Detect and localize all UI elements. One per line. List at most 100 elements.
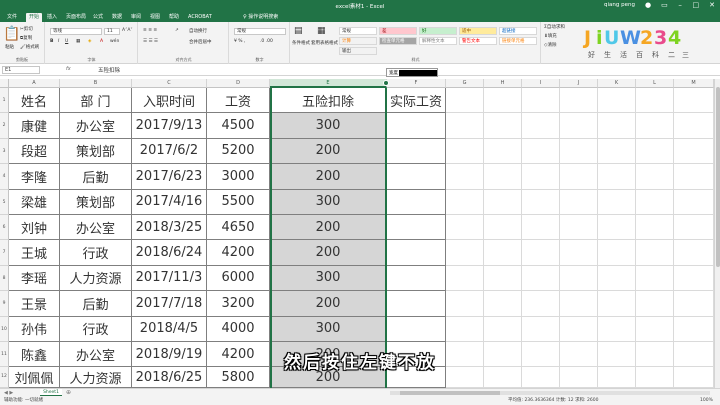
table-cell[interactable]: 6000 — [207, 265, 270, 292]
column-header-c[interactable]: C — [132, 79, 207, 88]
empty-cell[interactable] — [446, 164, 484, 190]
empty-cell[interactable] — [560, 88, 598, 114]
column-header-k[interactable]: K — [598, 79, 636, 88]
row-header-5[interactable]: 5 — [0, 189, 9, 215]
empty-cell[interactable] — [522, 316, 560, 342]
table-cell[interactable]: 梁雄 — [9, 189, 60, 215]
paste-icon[interactable]: 📋 — [3, 26, 20, 42]
empty-cell[interactable] — [674, 240, 714, 266]
empty-cell[interactable] — [674, 215, 714, 241]
empty-cell[interactable] — [674, 291, 714, 317]
bold-button[interactable]: B — [50, 39, 53, 44]
empty-cell[interactable] — [598, 189, 636, 215]
table-cell[interactable] — [387, 113, 446, 139]
table-cell[interactable] — [387, 265, 446, 292]
conditional-format-icon[interactable]: ▤ — [294, 26, 303, 36]
empty-cell[interactable] — [484, 265, 522, 292]
empty-cell[interactable] — [560, 240, 598, 266]
empty-cell[interactable] — [636, 164, 674, 190]
cell-style-2[interactable]: 好 — [419, 27, 457, 35]
empty-cell[interactable] — [522, 291, 560, 317]
column-header-j[interactable]: J — [560, 79, 598, 88]
empty-cell[interactable] — [560, 189, 598, 215]
tab-view[interactable]: 视图 — [147, 13, 163, 22]
table-cell[interactable]: 2018/6/24 — [132, 240, 207, 266]
formula-input[interactable]: 五险扣除 — [98, 66, 120, 74]
row-header-10[interactable]: 10 — [0, 316, 9, 342]
empty-cell[interactable] — [484, 316, 522, 342]
empty-cell[interactable] — [674, 113, 714, 139]
cut-button[interactable]: ✂剪切 — [20, 26, 33, 32]
table-cell[interactable]: 办公室 — [60, 113, 132, 139]
column-header-a[interactable]: A — [9, 79, 60, 88]
grow-font-icon[interactable]: A˄A˅ — [122, 28, 133, 33]
table-cell[interactable]: 2017/4/16 — [132, 189, 207, 215]
horizontal-scroll-thumb[interactable] — [400, 391, 500, 395]
empty-cell[interactable] — [560, 215, 598, 241]
empty-cell[interactable] — [522, 113, 560, 139]
cell-style-3[interactable]: 适中 — [459, 27, 497, 35]
tab-page-layout[interactable]: 页面布局 — [63, 13, 89, 22]
empty-cell[interactable] — [560, 113, 598, 139]
row-header-7[interactable]: 7 — [0, 240, 9, 266]
table-cell[interactable]: 王城 — [9, 240, 60, 266]
empty-cell[interactable] — [598, 316, 636, 342]
empty-cell[interactable] — [598, 291, 636, 317]
header-cell[interactable]: 工资 — [207, 88, 270, 114]
empty-cell[interactable] — [522, 240, 560, 266]
empty-cell[interactable] — [522, 215, 560, 241]
empty-cell[interactable] — [560, 316, 598, 342]
table-cell[interactable]: 3000 — [207, 164, 270, 190]
cell-style-10[interactable]: 输出 — [339, 47, 377, 55]
row-header-1[interactable]: 1 — [0, 88, 9, 114]
empty-cell[interactable] — [446, 291, 484, 317]
header-cell[interactable]: 部 门 — [60, 88, 132, 114]
fx-icon[interactable]: fx — [66, 66, 71, 72]
maximize-icon[interactable]: □ — [693, 1, 700, 9]
user-avatar-icon[interactable]: ● — [645, 1, 651, 9]
empty-cell[interactable] — [636, 240, 674, 266]
tab-home[interactable]: 开始 — [26, 13, 43, 22]
empty-cell[interactable] — [674, 189, 714, 215]
table-cell[interactable]: 300 — [270, 113, 387, 139]
cell-style-6[interactable]: 检查单元格 — [379, 37, 417, 45]
empty-cell[interactable] — [636, 113, 674, 139]
empty-cell[interactable] — [484, 240, 522, 266]
table-cell[interactable]: 2017/11/3 — [132, 265, 207, 292]
merge-center-button[interactable]: 合并后居中 — [189, 39, 212, 45]
table-cell[interactable] — [387, 291, 446, 317]
fill-button[interactable]: ⬇填充 — [544, 33, 557, 39]
empty-cell[interactable] — [560, 265, 598, 292]
header-cell[interactable]: 实际工资 — [387, 88, 446, 114]
empty-cell[interactable] — [598, 265, 636, 292]
borders-icon[interactable]: ▦ — [76, 39, 80, 44]
cell-style-4[interactable]: 超链接 — [499, 27, 537, 35]
column-header-g[interactable]: G — [446, 79, 484, 88]
header-cell[interactable]: 五险扣除 — [270, 88, 387, 114]
row-header-8[interactable]: 8 — [0, 265, 9, 292]
empty-cell[interactable] — [674, 88, 714, 114]
empty-cell[interactable] — [674, 316, 714, 342]
vertical-scrollbar[interactable] — [714, 79, 720, 388]
table-cell[interactable]: 200 — [270, 291, 387, 317]
empty-cell[interactable] — [446, 265, 484, 292]
table-cell[interactable]: 策划部 — [60, 138, 132, 165]
table-cell[interactable]: 康健 — [9, 113, 60, 139]
phonetic-icon[interactable]: wén — [110, 39, 119, 44]
table-cell[interactable]: 策划部 — [60, 189, 132, 215]
cell-style-8[interactable]: 警告文本 — [459, 37, 497, 45]
minimize-icon[interactable]: – — [678, 1, 683, 9]
wrap-text-button[interactable]: 自动换行 — [189, 28, 207, 34]
empty-cell[interactable] — [636, 88, 674, 114]
empty-cell[interactable] — [484, 113, 522, 139]
table-cell[interactable]: 行政 — [60, 240, 132, 266]
cell-style-1[interactable]: 差 — [379, 27, 417, 35]
empty-cell[interactable] — [446, 189, 484, 215]
table-cell[interactable]: 300 — [270, 265, 387, 292]
table-cell[interactable]: 2017/6/23 — [132, 164, 207, 190]
table-cell[interactable]: 行政 — [60, 316, 132, 342]
user-name[interactable]: qiang peng — [604, 2, 635, 8]
tab-help[interactable]: 帮助 — [166, 13, 182, 22]
empty-cell[interactable] — [598, 215, 636, 241]
row-header-3[interactable]: 3 — [0, 138, 9, 165]
